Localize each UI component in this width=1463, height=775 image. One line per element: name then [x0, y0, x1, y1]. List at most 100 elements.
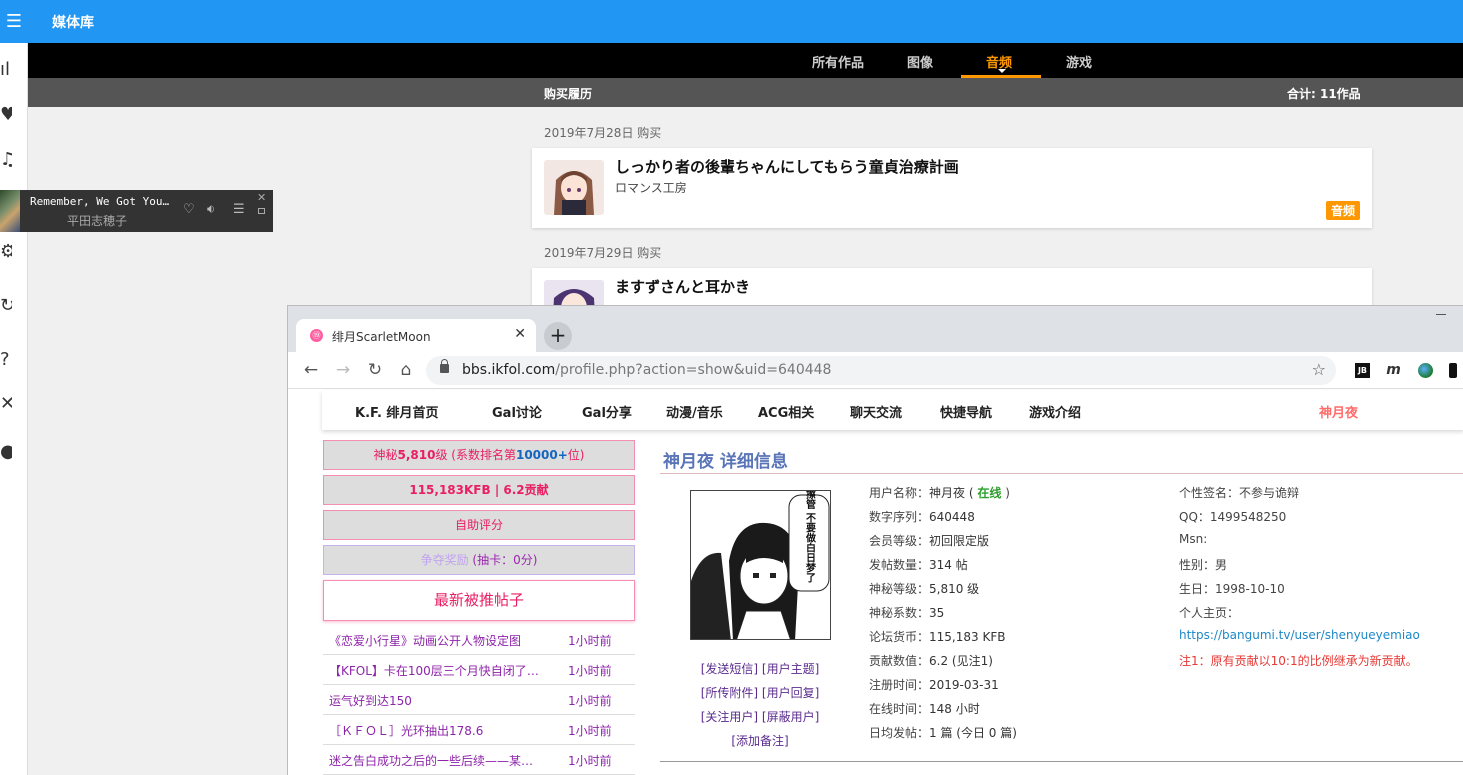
user-icon[interactable]: ●	[0, 442, 12, 462]
browser-tab[interactable]: ⑲ 绯月ScarletMoon ✕	[296, 319, 536, 352]
artist-name: 平田志穂子	[67, 214, 128, 228]
hot-post-row[interactable]: 《恋爱小行星》动画公开人物设定图 1小时前	[323, 625, 635, 655]
address-bar[interactable]: bbs.ikfol.com/profile.php?action=show&ui…	[426, 356, 1336, 385]
info-member-level: 会员等级：初回限定版	[869, 534, 990, 548]
tab-games[interactable]: 游戏	[1066, 52, 1092, 71]
hot-post-row[interactable]: 运气好到达150 1小时前	[323, 685, 635, 715]
self-rate-button[interactable]: 自助评分	[323, 510, 635, 540]
hot-post-title[interactable]: 《恋爱小行星》动画公开人物设定图	[329, 632, 539, 649]
nav-chat[interactable]: 聊天交流	[850, 402, 902, 421]
reload-icon[interactable]: ↻	[364, 359, 386, 381]
hot-post-title[interactable]: 【KFOL】卡在100层三个月快自闭了，…	[329, 662, 539, 679]
avatar-links-row: [发送短信] [用户主题]	[660, 660, 860, 677]
info-online-time: 在线时间：148 小时	[869, 702, 980, 716]
hot-post-time: 1小时前	[568, 754, 612, 768]
attachments-link[interactable]: [所传附件]	[701, 686, 758, 700]
playlist-icon[interactable]: ☰	[233, 203, 245, 217]
music-icon[interactable]: ♫	[0, 150, 12, 170]
tab-all-works[interactable]: 所有作品	[812, 52, 864, 71]
user-topics-link[interactable]: [用户主题]	[762, 662, 819, 676]
nav-home[interactable]: K.F. 绯月首页	[355, 402, 438, 421]
kfb-box[interactable]: 115,183KFB | 6.2贡献	[323, 475, 635, 505]
extension-jb-icon[interactable]: JB	[1355, 363, 1370, 378]
mystery-suffix: 位)	[567, 448, 585, 462]
media-tab-bar: 所有作品 图像 音频 游戏	[28, 43, 1463, 78]
mystery-rank: 10000+	[515, 448, 568, 462]
restore-icon[interactable]	[258, 208, 265, 214]
new-tab-button[interactable]: +	[544, 322, 572, 350]
tab-images[interactable]: 图像	[907, 52, 933, 71]
purchase-date: 2019年7月28日 购买	[544, 126, 662, 140]
mystery-mid: 级 (系数排名第	[435, 448, 516, 462]
back-icon[interactable]: ←	[300, 359, 322, 381]
refresh-icon[interactable]: ↻	[0, 296, 12, 316]
purchase-date: 2019年7月29日 购买	[544, 246, 662, 260]
work-title[interactable]: しっかり者の後輩ちゃんにしてもらう童貞治療計画	[615, 156, 959, 177]
nav-acg[interactable]: ACG相关	[758, 402, 814, 421]
extension-globe-icon[interactable]	[1418, 363, 1433, 378]
follow-user-link[interactable]: [关注用户]	[701, 710, 758, 724]
avatar: 年轻人好好擦管 不要做白日梦了	[690, 490, 831, 640]
mystery-level-box[interactable]: 神秘5,810级 (系数排名第10000+位)	[323, 440, 635, 470]
divider	[660, 761, 1463, 762]
contest-reward-box[interactable]: 争夺奖励 (抽卡：0分)	[323, 545, 635, 575]
minimize-icon[interactable]	[1436, 314, 1446, 315]
total-count: 合计: 11作品	[1287, 87, 1361, 101]
help-icon[interactable]: ?	[0, 350, 12, 370]
hot-post-row[interactable]: 迷之告白成功之后的一些后续——某脚… 1小时前	[323, 745, 635, 775]
nav-username[interactable]: 神月夜	[1319, 402, 1358, 421]
info-birthday: 生日：1998-10-10	[1179, 582, 1285, 596]
online-status: 在线	[977, 486, 1002, 500]
info-mystery-level: 神秘等级：5,810 级	[869, 582, 980, 596]
forward-icon[interactable]: →	[332, 359, 354, 381]
volume-icon[interactable]: 🔉︎	[207, 203, 215, 217]
mystery-level: 5,810	[397, 448, 436, 462]
avatar-links-row: [关注用户] [屏蔽用户]	[660, 708, 860, 725]
homepage-link[interactable]: https://bangumi.tv/user/shenyueyemiao	[1179, 628, 1420, 642]
heart-icon[interactable]: ♡	[183, 203, 195, 217]
close-icon[interactable]: ✕	[0, 394, 12, 414]
hot-post-title[interactable]: 迷之告白成功之后的一些后续——某脚…	[329, 752, 539, 769]
work-card[interactable]: しっかり者の後輩ちゃんにしてもらう童貞治療計画 ロマンス工房 音频	[532, 148, 1372, 228]
settings-icon[interactable]: ⚙	[0, 242, 12, 262]
hot-post-time: 1小时前	[568, 664, 612, 678]
stats-icon[interactable]: ıl	[0, 60, 12, 80]
nav-gal-discuss[interactable]: Gal讨论	[492, 402, 542, 421]
info-gender: 性别：男	[1179, 558, 1228, 572]
block-user-link[interactable]: [屏蔽用户]	[762, 710, 819, 724]
info-post-count: 发帖数量：314 帖	[869, 558, 968, 572]
add-note-link[interactable]: [添加备注]	[731, 734, 788, 748]
menu-icon[interactable]: ☰	[0, 0, 28, 43]
avatar-links-row: [所传附件] [用户回复]	[660, 684, 860, 701]
send-message-link[interactable]: [发送短信]	[701, 662, 758, 676]
hot-post-time: 1小时前	[568, 694, 612, 708]
contribution-note: 注1：原有贡献以10:1的比例继承为新贡献。	[1179, 654, 1418, 668]
contest-prefix: 争夺奖励	[420, 553, 469, 567]
extension-m-icon[interactable]: m	[1386, 363, 1401, 378]
extension-icon[interactable]	[1449, 363, 1457, 378]
info-signature: 个性签名：不参与诡辩	[1179, 486, 1300, 500]
work-thumbnail	[544, 160, 604, 215]
user-replies-link[interactable]: [用户回复]	[762, 686, 819, 700]
song-title: Remember, We Got You…	[30, 195, 170, 208]
bookmark-star-icon[interactable]: ☆	[1312, 360, 1326, 379]
work-title[interactable]: ますずさんと耳かき	[615, 276, 750, 297]
nav-gal-share[interactable]: Gal分享	[582, 402, 632, 421]
nav-game-intro[interactable]: 游戏介绍	[1029, 402, 1081, 421]
hot-post-title[interactable]: ［ＫＦＯＬ］光环抽出178.6	[329, 722, 539, 739]
nav-quick[interactable]: 快捷导航	[940, 402, 992, 421]
hot-post-row[interactable]: 【KFOL】卡在100层三个月快自闭了，… 1小时前	[323, 655, 635, 685]
heart-icon[interactable]: ♥	[0, 105, 12, 125]
close-icon[interactable]: ✕	[257, 191, 266, 204]
avatar-links-row: [添加备注]	[660, 732, 860, 749]
mini-player: Remember, We Got You… 平田志穂子 ♡ 🔉︎ ☰ ✕	[0, 190, 273, 232]
nav-anime-music[interactable]: 动漫/音乐	[666, 402, 723, 421]
hot-post-title[interactable]: 运气好到达150	[329, 692, 539, 709]
hot-post-time: 1小时前	[568, 724, 612, 738]
caret-down-icon	[998, 69, 1006, 73]
url-path: /profile.php?action=show&uid=640448	[555, 362, 832, 378]
hot-post-row[interactable]: ［ＫＦＯＬ］光环抽出178.6 1小时前	[323, 715, 635, 745]
contest-suffix: (抽卡：0分)	[472, 553, 538, 567]
close-tab-icon[interactable]: ✕	[514, 326, 526, 342]
home-icon[interactable]: ⌂	[395, 359, 417, 381]
